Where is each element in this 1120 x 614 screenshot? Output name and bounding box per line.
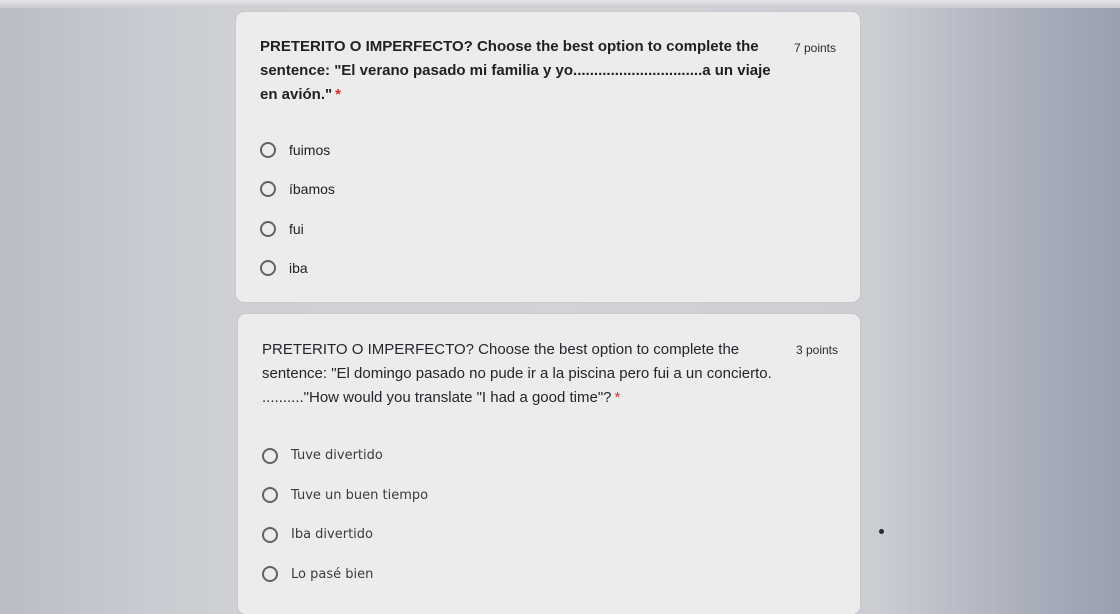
answer-options: Tuve divertido Tuve un buen tiempo Iba d… xyxy=(262,436,428,594)
radio-button[interactable] xyxy=(262,526,278,543)
question-card: PRETERITO O IMPERFECTO? Choose the best … xyxy=(238,314,860,614)
question-card: PRETERITO O IMPERFECTO? Choose the best … xyxy=(236,12,860,302)
radio-button[interactable] xyxy=(262,566,278,583)
points-label: 3 points xyxy=(795,343,838,357)
option-lo-pase-bien[interactable]: Lo pasé bien xyxy=(262,555,428,595)
radio-button[interactable] xyxy=(260,141,276,158)
option-iba-divertido[interactable]: Iba divertido xyxy=(262,515,428,555)
option-fuimos[interactable]: fuimos xyxy=(260,130,335,170)
radio-button[interactable] xyxy=(260,220,276,237)
required-asterisk: * xyxy=(614,389,621,406)
answer-options: fuimos íbamos fui iba xyxy=(260,130,335,288)
option-label: fui xyxy=(289,220,304,237)
option-label: iba xyxy=(289,260,308,277)
browser-top-edge xyxy=(0,0,1120,8)
points-label: 7 points xyxy=(793,41,836,55)
option-ibamos[interactable]: íbamos xyxy=(260,170,335,210)
option-label: Lo pasé bien xyxy=(291,566,374,582)
option-label: Iba divertido xyxy=(291,527,373,543)
question-text: PRETERITO O IMPERFECTO? Choose the best … xyxy=(260,35,780,107)
option-tuve-divertido[interactable]: Tuve divertido xyxy=(262,436,428,476)
option-label: Tuve un buen tiempo xyxy=(291,487,429,503)
option-label: Tuve divertido xyxy=(291,448,383,464)
radio-button[interactable] xyxy=(260,260,276,277)
option-tuve-un-buen-tiempo[interactable]: Tuve un buen tiempo xyxy=(262,476,428,516)
option-label: fuimos xyxy=(289,141,331,158)
screen-speck xyxy=(879,529,884,534)
option-fui[interactable]: fui xyxy=(260,209,335,249)
radio-button[interactable] xyxy=(262,487,278,504)
radio-button[interactable] xyxy=(260,181,276,198)
required-asterisk: * xyxy=(335,86,341,103)
option-label: íbamos xyxy=(289,181,335,198)
radio-button[interactable] xyxy=(262,447,278,464)
question-prompt: PRETERITO O IMPERFECTO? Choose the best … xyxy=(262,341,772,406)
question-text: PRETERITO O IMPERFECTO? Choose the best … xyxy=(262,338,782,410)
option-iba[interactable]: iba xyxy=(260,249,335,289)
